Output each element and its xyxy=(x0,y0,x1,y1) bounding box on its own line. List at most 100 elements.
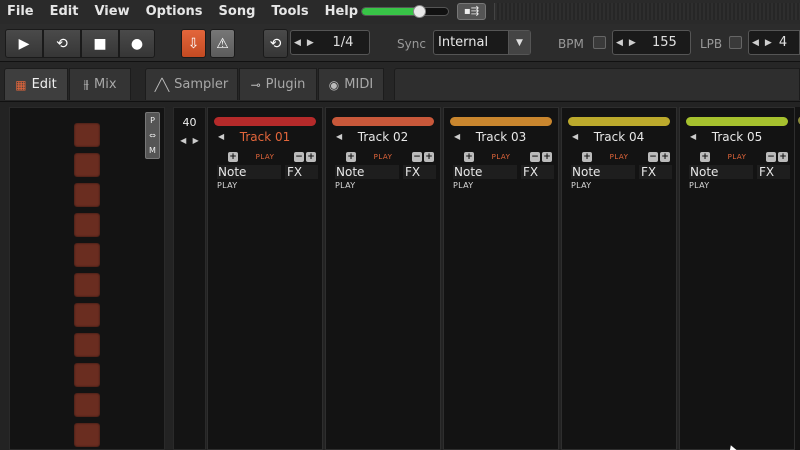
tab-mix[interactable]: ⫵ Mix xyxy=(69,68,131,100)
tab-edit[interactable]: ▦ Edit xyxy=(4,68,68,100)
remove-fx-icon[interactable]: − xyxy=(648,152,658,162)
note-column-header: Note xyxy=(453,165,517,179)
remove-fx-icon[interactable]: − xyxy=(530,152,540,162)
lpb-checkbox[interactable] xyxy=(729,36,742,49)
play-button[interactable]: ▶ xyxy=(5,29,43,58)
transport-toolbar: ▶ ⟲ ■ ● ⇩ ⚠ ⟲ ◀ ▶ 1/4 Sync Internal ▼ BP… xyxy=(0,24,800,62)
stop-button[interactable]: ■ xyxy=(81,29,119,58)
track-column-partial[interactable] xyxy=(794,107,800,450)
step-increase-icon[interactable]: ▶ xyxy=(304,38,317,48)
pattern-slot[interactable] xyxy=(74,243,100,267)
pattern-slot[interactable] xyxy=(74,153,100,177)
pattern-slot[interactable] xyxy=(74,213,100,237)
remove-fx-icon[interactable]: − xyxy=(294,152,304,162)
track-color-bar[interactable] xyxy=(568,117,670,126)
sync-label: Sync xyxy=(397,37,426,51)
lpb-spinner[interactable]: ◀ ▶ 4 xyxy=(748,30,800,55)
pattern-slot[interactable] xyxy=(74,123,100,147)
bpm-decrease-icon[interactable]: ◀ xyxy=(613,38,626,48)
add-fx-icon[interactable]: + xyxy=(424,152,434,162)
midi-icon: ◉ xyxy=(328,77,340,92)
track-color-bar[interactable] xyxy=(332,117,434,126)
track-name[interactable]: Track 02 xyxy=(326,130,440,144)
pattern-slot[interactable] xyxy=(74,423,100,447)
track-color-bar[interactable] xyxy=(450,117,552,126)
add-fx-icon[interactable]: + xyxy=(306,152,316,162)
fx-column-header: FX xyxy=(403,165,436,179)
bpm-increase-icon[interactable]: ▶ xyxy=(626,38,639,48)
row-play-label: PLAY xyxy=(335,181,356,190)
track-column[interactable]: ◀ Track 02 + PLAY − + Note FX PLAY xyxy=(325,107,441,450)
pattern-slot[interactable] xyxy=(74,273,100,297)
record-button[interactable]: ● xyxy=(119,29,155,58)
add-fx-icon[interactable]: + xyxy=(778,152,788,162)
note-column-header: Note xyxy=(571,165,635,179)
master-volume-slider[interactable] xyxy=(361,5,449,18)
menu-edit[interactable]: Edit xyxy=(42,0,87,24)
row-play-label: PLAY xyxy=(453,181,474,190)
edit-step-spinner[interactable]: ◀ ▶ 1/4 xyxy=(290,30,370,55)
add-fx-icon[interactable]: + xyxy=(660,152,670,162)
add-fx-icon[interactable]: + xyxy=(542,152,552,162)
menu-view[interactable]: View xyxy=(86,0,137,24)
menu-song[interactable]: Song xyxy=(211,0,264,24)
track-column[interactable]: ◀ Track 05 + PLAY − + Note FX PLAY xyxy=(679,107,795,450)
track-column[interactable]: ◀ Track 04 + PLAY − + Note FX PLAY xyxy=(561,107,677,450)
tab-plugin[interactable]: ⊸ Plugin xyxy=(239,68,317,100)
menu-help[interactable]: Help xyxy=(317,0,366,24)
track-name[interactable]: Track 01 xyxy=(208,130,322,144)
pattern-length[interactable]: 40 xyxy=(174,116,205,129)
remove-fx-icon[interactable]: − xyxy=(412,152,422,162)
lpb-increase-icon[interactable]: ▶ xyxy=(762,38,775,48)
lpb-decrease-icon[interactable]: ◀ xyxy=(749,38,762,48)
row-play-label: PLAY xyxy=(217,181,238,190)
menu-file[interactable]: File xyxy=(0,0,42,24)
record-icon: ● xyxy=(130,35,144,52)
pattern-length-arrows[interactable]: ◀ ▶ xyxy=(177,136,202,145)
pattern-matrix xyxy=(9,107,165,450)
tab-plugin-label: Plugin xyxy=(265,77,306,92)
track-name[interactable]: Track 05 xyxy=(680,130,794,144)
track-color-bar[interactable] xyxy=(686,117,788,126)
matrix-icon: M xyxy=(149,146,156,155)
follow-button[interactable]: ⇩ xyxy=(181,29,206,58)
midi-input-button[interactable]: ▪⇶ xyxy=(457,3,486,20)
oscilloscope xyxy=(494,3,800,20)
follow-icon: ⇩ xyxy=(187,35,200,52)
pattern-editor: P ⇔ M 40 ◀ ▶ ◀ Track 01 + PLAY − + Note F… xyxy=(0,102,800,450)
tab-sampler[interactable]: ╱╲ Sampler xyxy=(145,68,238,100)
menu-tools[interactable]: Tools xyxy=(263,0,316,24)
bpm-checkbox[interactable] xyxy=(593,36,606,49)
track-column[interactable]: ◀ Track 03 + PLAY − + Note FX PLAY xyxy=(443,107,559,450)
edit-step-value: 1/4 xyxy=(332,35,354,50)
pattern-slot[interactable] xyxy=(74,303,100,327)
note-column-header: Note xyxy=(689,165,753,179)
track-name[interactable]: Track 04 xyxy=(562,130,676,144)
tab-midi[interactable]: ◉ MIDI xyxy=(318,68,384,100)
track-name[interactable]: Track 03 xyxy=(444,130,558,144)
step-decrease-icon[interactable]: ◀ xyxy=(291,38,304,48)
fx-column-header: FX xyxy=(285,165,318,179)
length-decrease-icon[interactable]: ◀ xyxy=(180,136,186,145)
bpm-spinner[interactable]: ◀ ▶ 155 xyxy=(612,30,691,55)
length-increase-icon[interactable]: ▶ xyxy=(193,136,199,145)
chevron-down-icon: ▼ xyxy=(508,31,530,54)
menu-options[interactable]: Options xyxy=(138,0,211,24)
matrix-tools[interactable]: P ⇔ M xyxy=(145,112,160,159)
metronome-button[interactable]: ⚠ xyxy=(210,29,235,58)
edit-step-button[interactable]: ⟲ xyxy=(263,29,288,58)
grid-icon: ▦ xyxy=(15,77,27,92)
pattern-slot[interactable] xyxy=(74,363,100,387)
pattern-slot[interactable] xyxy=(74,333,100,357)
mixer-icon: ⫵ xyxy=(83,77,89,91)
sync-select[interactable]: Internal ▼ xyxy=(433,30,531,55)
track-column[interactable]: ◀ Track 01 + PLAY − + Note FX PLAY xyxy=(207,107,323,450)
waveform-icon: ╱╲ xyxy=(154,77,170,92)
lpb-label: LPB xyxy=(700,37,723,51)
loop-button[interactable]: ⟲ xyxy=(43,29,81,58)
note-column-header: Note xyxy=(217,165,281,179)
pattern-slot[interactable] xyxy=(74,393,100,417)
pattern-slot[interactable] xyxy=(74,183,100,207)
track-color-bar[interactable] xyxy=(214,117,316,126)
remove-fx-icon[interactable]: − xyxy=(766,152,776,162)
